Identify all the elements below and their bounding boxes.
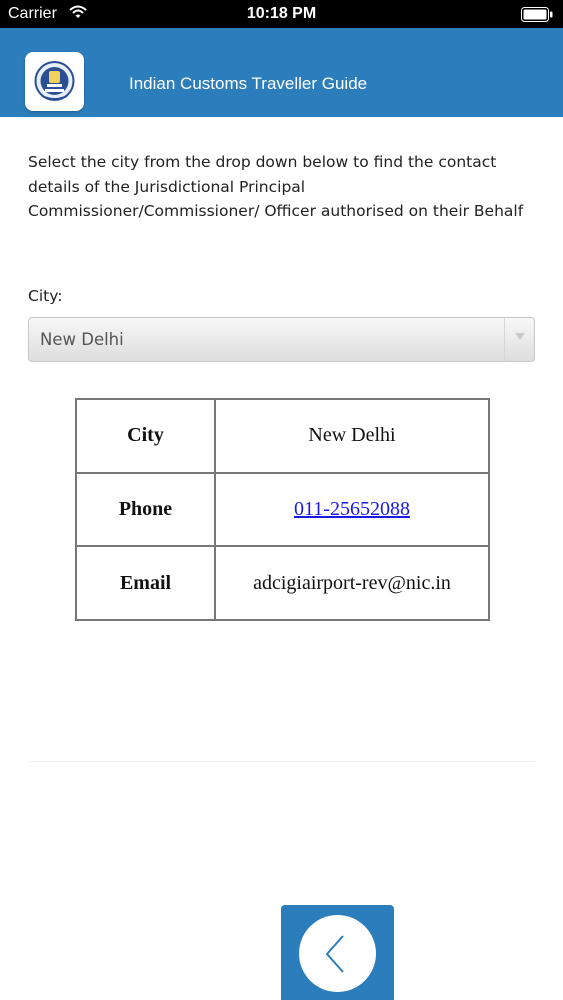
table-key-phone: Phone [75, 471, 216, 548]
status-bar: Carrier 10:18 PM [0, 0, 563, 28]
clock: 10:18 PM [246, 5, 317, 22]
table-value-email: adcigiairport-rev@nic.in [214, 545, 490, 621]
contact-table: City New Delhi Phone 011-25652088 Email … [75, 398, 490, 621]
table-value-city: New Delhi [214, 398, 490, 474]
table-row: Email adcigiairport-rev@nic.in [75, 545, 490, 621]
app-header: Indian Customs Traveller Guide [0, 28, 563, 117]
intro-text: Select the city from the drop down below… [28, 153, 524, 221]
app-title: Indian Customs Traveller Guide [129, 74, 368, 93]
table-key-city: City [75, 398, 216, 474]
table-key-email: Email [75, 545, 216, 621]
divider [28, 761, 535, 762]
city-label: City: [28, 287, 63, 305]
customs-emblem-icon [25, 52, 84, 111]
table-row: Phone 011-25652088 [75, 471, 490, 548]
table-value-phone: 011-25652088 [214, 471, 490, 548]
back-button[interactable] [281, 905, 394, 1000]
back-button-circle [299, 915, 376, 992]
table-row: City New Delhi [75, 398, 490, 474]
city-select-value: New Delhi [40, 330, 124, 349]
battery-icon [521, 7, 553, 22]
chevron-left-icon [325, 935, 344, 973]
city-select[interactable]: New Delhi [28, 317, 535, 362]
chevron-down-icon[interactable] [504, 318, 534, 361]
phone-link[interactable]: 011-25652088 [294, 498, 410, 520]
